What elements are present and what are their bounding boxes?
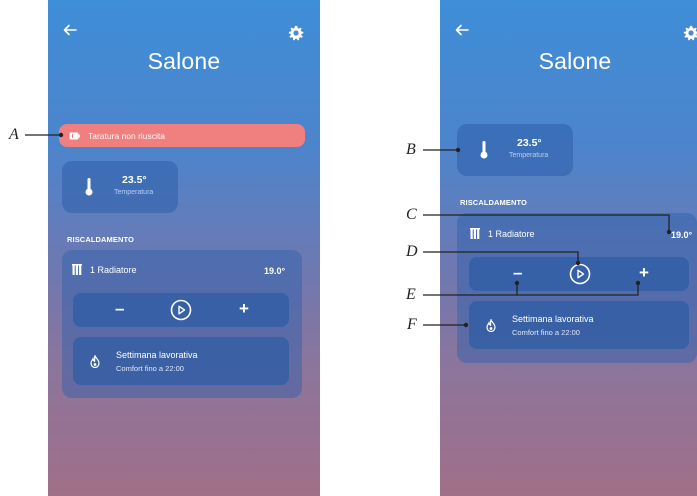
section-title-heating: RISCALDAMENTO — [460, 198, 527, 207]
decrease-button[interactable]: – — [513, 264, 522, 281]
calibration-failed-alert[interactable]: Taratura non riuscita — [59, 124, 305, 147]
back-arrow-icon[interactable] — [454, 22, 470, 38]
warning-battery-icon — [69, 132, 80, 139]
radiator-icon — [470, 228, 480, 239]
increase-button[interactable]: + — [639, 264, 649, 281]
callout-d: D — [406, 243, 418, 260]
play-circle-icon[interactable] — [170, 299, 192, 321]
room-title: Salone — [147, 48, 221, 74]
radiator-label: 1 Radiatore — [488, 228, 535, 239]
section-title-heating: RISCALDAMENTO — [67, 235, 134, 244]
temperature-card[interactable]: 23.5° Temperatura — [457, 124, 573, 176]
room-title: Salone — [538, 48, 612, 74]
thermometer-icon — [85, 178, 93, 196]
schedule-card[interactable]: Settimana lavorativa Comfort fino a 22:0… — [469, 301, 689, 349]
flame-icon — [90, 355, 100, 368]
phone-screen-right: Salone 23.5° Temperatura RISCALDAMENTO 1… — [440, 0, 697, 496]
schedule-subtitle: Comfort fino a 22:00 — [512, 328, 580, 337]
thermometer-icon — [480, 141, 488, 159]
temperature-label: Temperatura — [114, 189, 154, 196]
setpoint-value: 19.0° — [264, 266, 286, 276]
temperature-card[interactable]: 23.5° Temperatura — [62, 161, 178, 213]
gear-icon[interactable] — [683, 25, 697, 41]
radiator-row[interactable]: 1 Radiatore — [470, 228, 535, 239]
callout-b: B — [406, 141, 416, 158]
radiator-row[interactable]: 1 Radiatore — [72, 264, 137, 275]
back-arrow-icon[interactable] — [62, 22, 78, 38]
callout-c: C — [406, 206, 417, 223]
alert-text: Taratura non riuscita — [88, 130, 166, 141]
flame-icon — [486, 319, 496, 332]
temperature-value: 23.5° — [517, 137, 542, 149]
callout-e: E — [406, 286, 416, 303]
heating-card: 1 Radiatore 19.0° – + Settimana lavorati… — [62, 250, 302, 398]
schedule-title: Settimana lavorativa — [116, 350, 198, 360]
temperature-control-bar: – + — [469, 257, 689, 291]
increase-button[interactable]: + — [239, 300, 249, 317]
callout-a: A — [9, 126, 19, 143]
temperature-value: 23.5° — [122, 174, 147, 186]
temperature-label: Temperatura — [509, 152, 549, 159]
callout-f: F — [407, 316, 417, 333]
temperature-control-bar: – + — [73, 293, 289, 327]
schedule-card[interactable]: Settimana lavorativa Comfort fino a 22:0… — [73, 337, 289, 385]
setpoint-value: 19.0° — [671, 230, 693, 240]
phone-screen-left: Salone Taratura non riuscita 23.5° Tempe… — [48, 0, 320, 496]
play-circle-icon[interactable] — [569, 263, 591, 285]
radiator-label: 1 Radiatore — [90, 264, 137, 275]
decrease-button[interactable]: – — [115, 300, 124, 317]
gear-icon[interactable] — [288, 25, 304, 41]
radiator-icon — [72, 264, 82, 275]
heating-card: 1 Radiatore 19.0° – + Settimana lavorati… — [457, 213, 697, 363]
schedule-subtitle: Comfort fino a 22:00 — [116, 364, 184, 373]
schedule-title: Settimana lavorativa — [512, 314, 594, 324]
